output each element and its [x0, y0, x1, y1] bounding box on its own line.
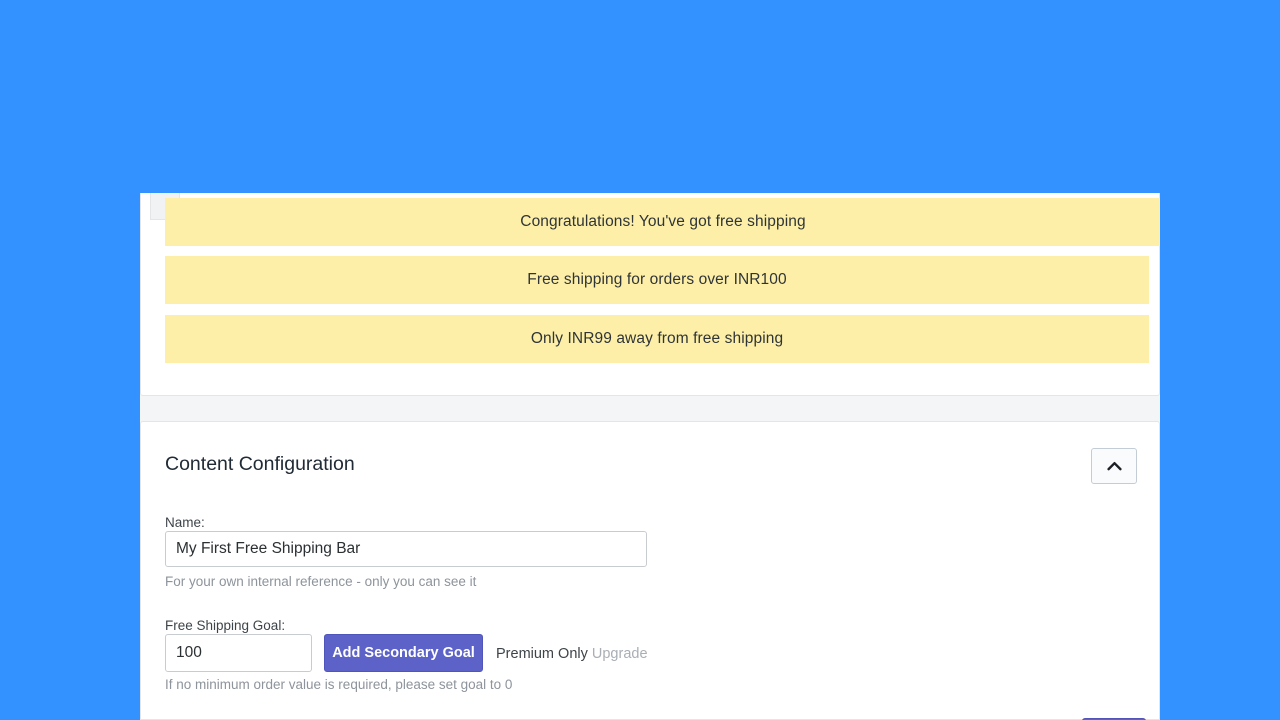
page-title: Content Configuration	[165, 453, 355, 475]
add-secondary-goal-button[interactable]: Add Secondary Goal	[324, 634, 483, 672]
preview-bar-text: Free shipping for orders over INR100	[527, 271, 787, 288]
name-input[interactable]	[165, 531, 647, 567]
preview-bar-goal-message[interactable]: Free shipping for orders over INR100	[165, 256, 1149, 304]
preview-bar-text: Congratulations! You've got free shippin…	[520, 213, 806, 230]
app-viewport: Congratulations! You've got free shippin…	[140, 193, 1160, 720]
name-field-label: Name:	[165, 515, 205, 530]
free-shipping-goal-label: Free Shipping Goal:	[165, 618, 286, 633]
free-shipping-goal-input[interactable]	[165, 634, 312, 672]
bar-preview-card: Congratulations! You've got free shippin…	[140, 193, 1160, 396]
free-shipping-goal-help: If no minimum order value is required, p…	[165, 677, 513, 692]
preview-bar-congratulations[interactable]: Congratulations! You've got free shippin…	[165, 198, 1160, 246]
name-field-help: For your own internal reference - only y…	[165, 574, 477, 589]
preview-bar-progress-message[interactable]: Only INR99 away from free shipping	[165, 315, 1149, 363]
premium-only-note: Premium Only Upgrade	[496, 646, 648, 662]
preview-bar-text: Only INR99 away from free shipping	[530, 330, 784, 347]
premium-only-label: Premium Only	[496, 646, 588, 662]
upgrade-link[interactable]: Upgrade	[592, 646, 648, 662]
collapse-section-button[interactable]	[1091, 448, 1137, 484]
content-configuration-card: Content Configuration Name: For your own…	[140, 421, 1160, 720]
chevron-up-icon	[1106, 461, 1122, 471]
